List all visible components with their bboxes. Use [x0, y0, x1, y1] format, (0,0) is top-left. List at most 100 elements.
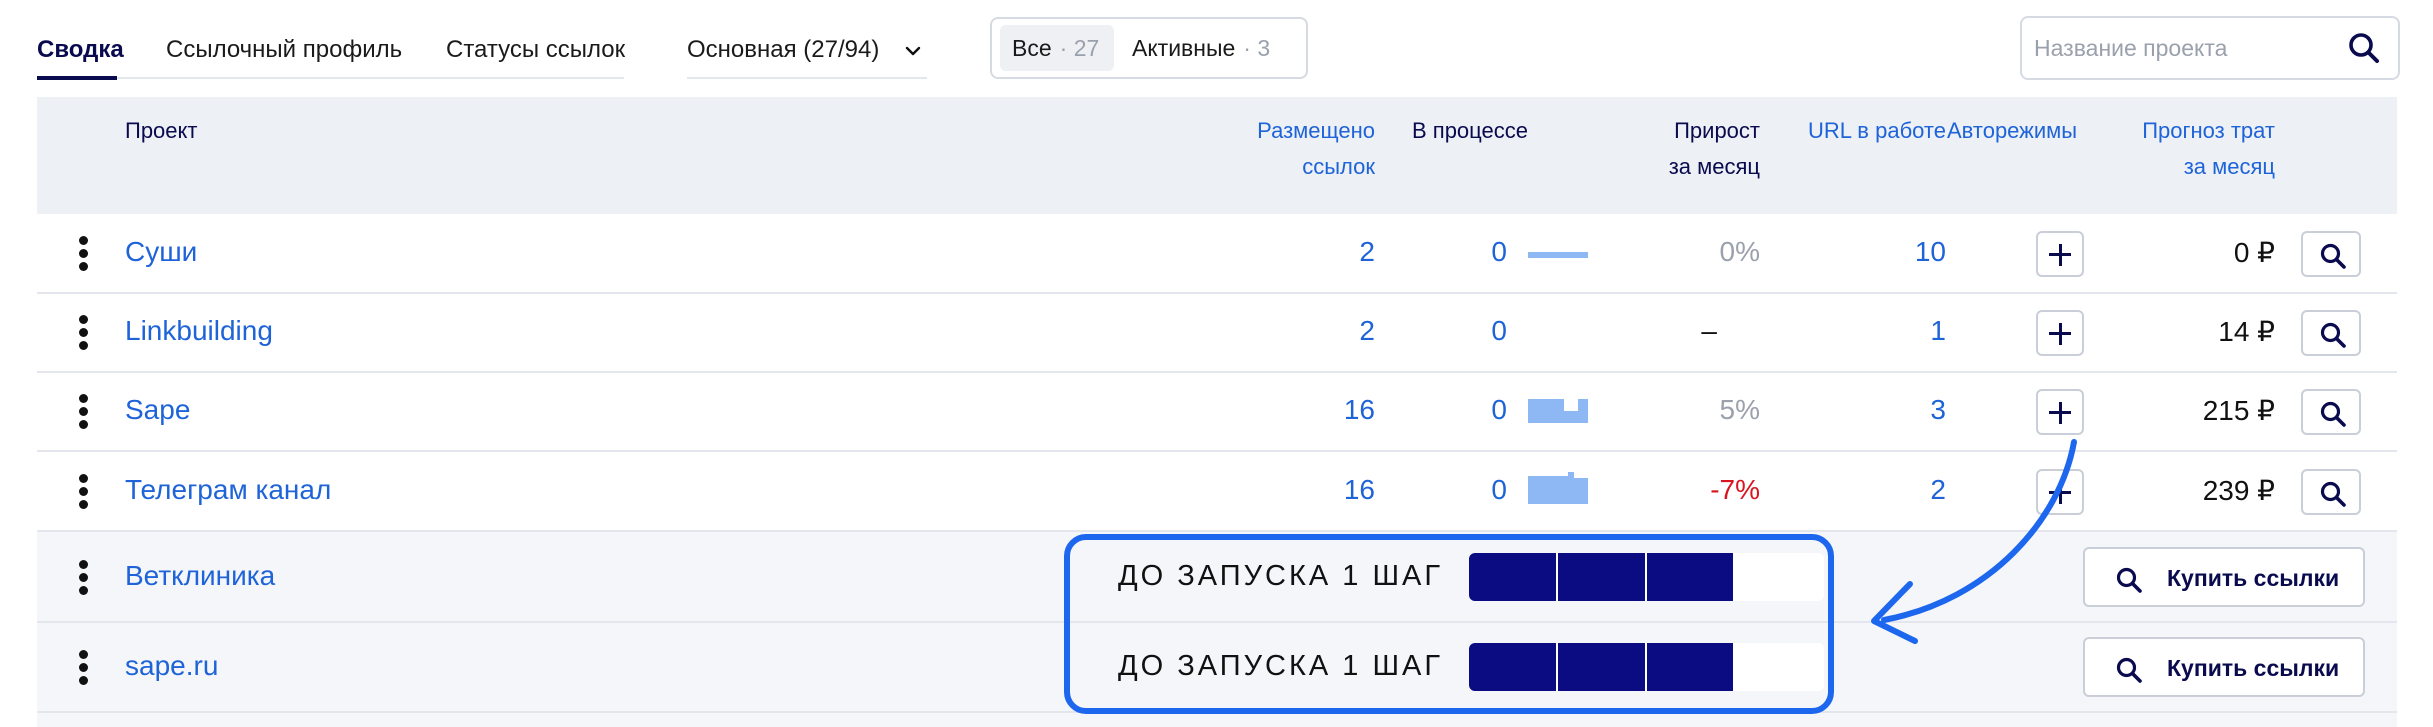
buy-links-label: Купить ссылки: [2167, 565, 2340, 591]
progress-segment: [1646, 643, 1734, 691]
project-name-link[interactable]: Телеграм канал: [125, 474, 331, 506]
launch-steps-text: ДО ЗАПУСКА 1 ШАГ: [1118, 560, 1444, 592]
column-forecast-line1[interactable]: Прогноз трат: [2117, 113, 2275, 149]
progress-segment: [1557, 643, 1645, 691]
add-auto-mode-button[interactable]: [2036, 389, 2084, 435]
column-growth-line1[interactable]: Прирост: [1597, 113, 1760, 149]
search-icon: [2349, 33, 2379, 63]
tab-link-profile[interactable]: Ссылочный профиль: [166, 36, 402, 64]
search-links-button[interactable]: [2301, 310, 2361, 356]
in-progress-count[interactable]: 0: [1437, 315, 1507, 347]
row-menu-icon[interactable]: [79, 315, 89, 351]
growth-value: -7%: [1710, 474, 1760, 505]
search-links-button[interactable]: [2301, 389, 2361, 435]
active-tab-indicator: [37, 76, 117, 80]
search-links-button[interactable]: [2301, 469, 2361, 515]
progress-segment: [1469, 643, 1556, 691]
placed-count[interactable]: 16: [1237, 474, 1375, 506]
project-name-link[interactable]: Суши: [125, 236, 197, 268]
filter-all-button[interactable]: Все · 27: [1000, 25, 1114, 71]
project-search: [2020, 16, 2400, 80]
add-auto-mode-button[interactable]: [2036, 310, 2084, 356]
top-bar: Сводка Ссылочный профиль Статусы ссылок …: [0, 0, 2433, 96]
column-in-progress[interactable]: В процессе: [1412, 113, 1528, 149]
tab-link-statuses[interactable]: Статусы ссылок: [446, 36, 625, 64]
project-name-link[interactable]: Ветклиника: [125, 560, 275, 592]
project-name-link[interactable]: Sape: [125, 394, 190, 426]
progress-segment: [1557, 553, 1645, 601]
forecast-value: 14 ₽: [2218, 316, 2275, 347]
in-progress-count[interactable]: 0: [1437, 474, 1507, 506]
table-row-pending: sape.ru ДО ЗАПУСКА 1 ШАГ Купить ссылки: [37, 623, 2397, 713]
row-menu-icon[interactable]: [79, 474, 89, 510]
dropdown-underline: [687, 77, 927, 79]
url-in-work-count[interactable]: 10: [1817, 236, 1946, 268]
growth-sparkline: [1528, 399, 1588, 423]
setup-progress-bar: [1469, 643, 1824, 691]
search-icon: [2116, 567, 2142, 593]
setup-progress-bar: [1469, 553, 1824, 601]
column-url-in-work[interactable]: URL в работе: [1737, 113, 1946, 149]
growth-value: –: [1701, 315, 1717, 346]
growth-value: 5%: [1719, 394, 1760, 425]
row-menu-icon[interactable]: [79, 650, 89, 686]
forecast-value: 0 ₽: [2233, 237, 2275, 268]
column-project[interactable]: Проект: [125, 113, 197, 149]
placed-count[interactable]: 2: [1237, 315, 1375, 347]
table-header: Проект Размещено ссылок В процессе Приро…: [37, 97, 2397, 214]
buy-links-button[interactable]: Купить ссылки: [2083, 547, 2365, 607]
launch-steps-text: ДО ЗАПУСКА 1 ШАГ: [1118, 650, 1444, 682]
buy-links-button[interactable]: Купить ссылки: [2083, 637, 2365, 697]
project-name-link[interactable]: sape.ru: [125, 650, 218, 682]
forecast-value: 215 ₽: [2202, 395, 2275, 426]
growth-sparkline: [1528, 472, 1588, 504]
project-name-link[interactable]: Linkbuilding: [125, 315, 273, 347]
filter-active-count: · 3: [1243, 34, 1271, 61]
column-growth-line2[interactable]: за месяц: [1597, 149, 1760, 185]
row-menu-icon[interactable]: [79, 236, 89, 272]
status-filter: Все · 27 Активные · 3: [990, 17, 1308, 79]
table-row: Sape 16 0 5% 3 215 ₽: [37, 373, 2397, 452]
project-group-dropdown[interactable]: Основная (27/94): [687, 30, 927, 80]
dropdown-label: Основная (27/94): [687, 36, 880, 63]
search-icon: [2320, 322, 2346, 348]
table-row-pending: Ветклиника ДО ЗАПУСКА 1 ШАГ Купить ссылк…: [37, 532, 2397, 623]
row-menu-icon[interactable]: [79, 560, 89, 596]
in-progress-count[interactable]: 0: [1437, 394, 1507, 426]
table-row: Суши 2 0 0% 10 0 ₽: [37, 214, 2397, 294]
search-input[interactable]: [2034, 28, 2334, 68]
progress-segment: [1469, 553, 1556, 601]
in-progress-count[interactable]: 0: [1437, 236, 1507, 268]
filter-active-button[interactable]: Активные · 3: [1132, 25, 1302, 71]
filter-active-label: Активные: [1132, 34, 1236, 61]
filter-all-label: Все: [1012, 34, 1052, 61]
search-button[interactable]: [2342, 28, 2386, 68]
table-row: Linkbuilding 2 0 – 1 14 ₽: [37, 294, 2397, 373]
url-in-work-count[interactable]: 1: [1817, 315, 1946, 347]
add-auto-mode-button[interactable]: [2036, 469, 2084, 515]
placed-count[interactable]: 2: [1237, 236, 1375, 268]
tab-summary[interactable]: Сводка: [37, 36, 124, 64]
url-in-work-count[interactable]: 3: [1817, 394, 1946, 426]
search-links-button[interactable]: [2301, 231, 2361, 277]
chevron-down-icon: [905, 46, 921, 56]
table-row: Телеграм канал 16 0 -7% 2 239 ₽: [37, 452, 2397, 532]
url-in-work-count[interactable]: 2: [1817, 474, 1946, 506]
column-auto-modes[interactable]: Авторежимы: [1947, 113, 2077, 149]
progress-segment: [1646, 553, 1734, 601]
column-placed-line1[interactable]: Размещено: [1197, 113, 1375, 149]
column-forecast-line2[interactable]: за месяц: [2117, 149, 2275, 185]
buy-links-label: Купить ссылки: [2167, 655, 2340, 681]
table-row-partial: [37, 713, 2397, 727]
search-icon: [2320, 401, 2346, 427]
tabs-divider: [37, 77, 624, 79]
search-icon: [2116, 657, 2142, 683]
search-icon: [2320, 243, 2346, 269]
row-menu-icon[interactable]: [79, 394, 89, 430]
placed-count[interactable]: 16: [1237, 394, 1375, 426]
add-auto-mode-button[interactable]: [2036, 231, 2084, 277]
column-placed-line2[interactable]: ссылок: [1197, 149, 1375, 185]
growth-sparkline: [1528, 252, 1588, 258]
growth-value: 0%: [1719, 236, 1760, 267]
forecast-value: 239 ₽: [2202, 475, 2275, 506]
